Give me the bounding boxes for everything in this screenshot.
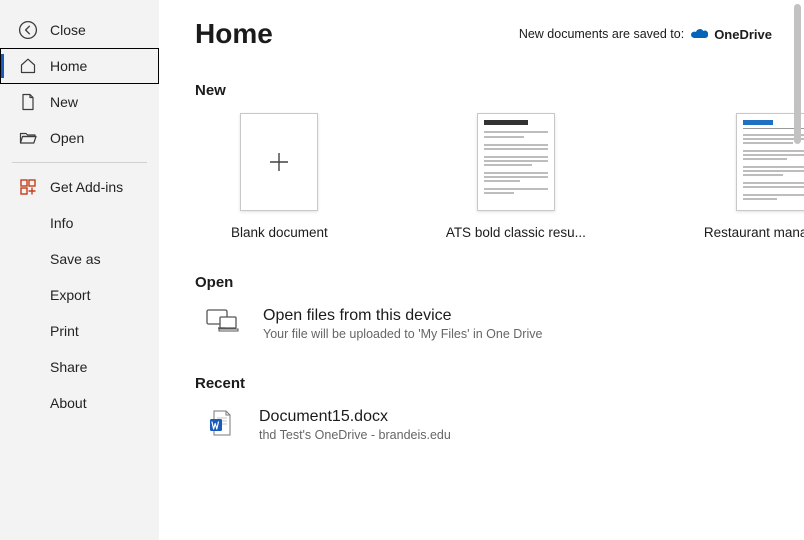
save-location[interactable]: New documents are saved to: OneDrive (519, 27, 776, 42)
sidebar-close[interactable]: Close (0, 12, 159, 48)
home-icon (18, 56, 38, 76)
open-from-device[interactable]: Open files from this device Your file wi… (195, 307, 776, 341)
sidebar-label: Print (50, 323, 79, 339)
section-new-heading: New (195, 82, 776, 99)
backstage-sidebar: Close Home New (0, 0, 159, 540)
sidebar-get-addins[interactable]: Get Add-ins (0, 169, 159, 205)
section-recent-heading: Recent (195, 375, 776, 392)
sidebar-label: Get Add-ins (50, 179, 123, 195)
sidebar-label: Open (50, 130, 84, 146)
template-restaurant-manager[interactable]: Restaurant manager r... (704, 113, 804, 240)
sidebar-divider (12, 162, 147, 163)
sidebar-export[interactable]: Export (0, 277, 159, 313)
sidebar-about[interactable]: About (0, 385, 159, 421)
sidebar-label: Info (50, 215, 73, 231)
sidebar-info[interactable]: Info (0, 205, 159, 241)
folder-open-icon (18, 128, 38, 148)
onedrive-icon (690, 28, 708, 40)
sidebar-save-as[interactable]: Save as (0, 241, 159, 277)
sidebar-open[interactable]: Open (0, 120, 159, 156)
open-subtitle: Your file will be uploaded to 'My Files'… (263, 327, 542, 341)
sidebar-label: New (50, 94, 78, 110)
vertical-scrollbar-thumb[interactable] (794, 4, 801, 144)
document-blank-icon (18, 92, 38, 112)
template-blank-document[interactable]: Blank document (231, 113, 328, 240)
recent-file-text: Document15.docx thd Test's OneDrive - br… (259, 408, 451, 442)
section-open-heading: Open (195, 274, 776, 291)
template-thumb-blank (240, 113, 318, 211)
sidebar-share[interactable]: Share (0, 349, 159, 385)
template-ats-resume[interactable]: ATS bold classic resu... (446, 113, 586, 240)
sidebar-home[interactable]: Home (0, 48, 159, 84)
sidebar-label: Close (50, 22, 86, 38)
sidebar-new[interactable]: New (0, 84, 159, 120)
sidebar-label: Home (50, 58, 87, 74)
sidebar-label: About (50, 395, 87, 411)
devices-icon (205, 307, 239, 335)
recent-file-name: Document15.docx (259, 408, 451, 426)
template-label: Blank document (231, 225, 328, 240)
header-row: Home New documents are saved to: OneDriv… (195, 14, 776, 54)
addins-icon (18, 177, 38, 197)
open-title: Open files from this device (263, 307, 542, 325)
recent-file-location: thd Test's OneDrive - brandeis.edu (259, 428, 451, 442)
open-from-device-text: Open files from this device Your file wi… (263, 307, 542, 341)
save-location-prefix: New documents are saved to: (519, 27, 684, 41)
recent-file[interactable]: Document15.docx thd Test's OneDrive - br… (195, 408, 776, 442)
sidebar-label: Save as (50, 251, 101, 267)
sidebar-print[interactable]: Print (0, 313, 159, 349)
sidebar-label: Export (50, 287, 90, 303)
template-label: ATS bold classic resu... (446, 225, 586, 240)
templates-row: Blank document A (195, 113, 776, 240)
back-arrow-icon (18, 20, 38, 40)
template-thumb-ats (477, 113, 555, 211)
backstage-main: Home New documents are saved to: OneDriv… (159, 0, 804, 540)
template-label: Restaurant manager r... (704, 225, 804, 240)
sidebar-label: Share (50, 359, 87, 375)
word-document-icon (205, 408, 235, 438)
page-title: Home (195, 18, 273, 50)
save-location-label: OneDrive (714, 27, 772, 42)
